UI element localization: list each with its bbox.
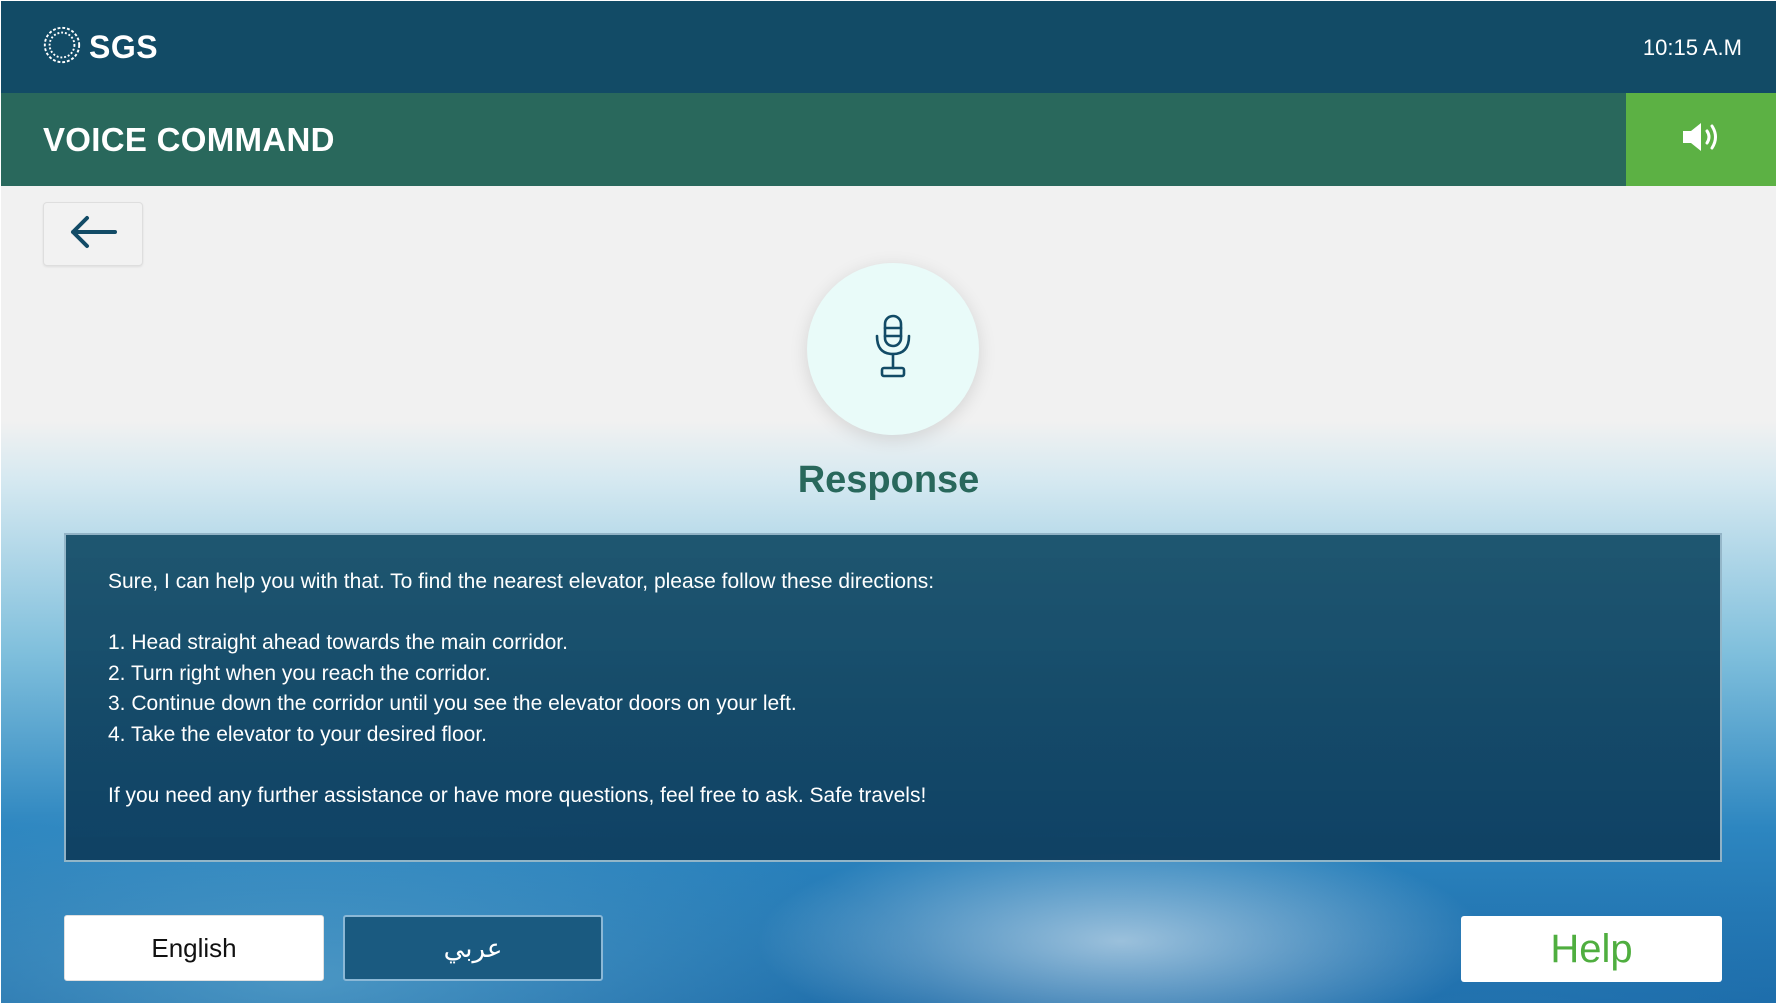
help-button[interactable]: Help <box>1461 916 1722 982</box>
microphone-button[interactable] <box>807 263 979 435</box>
clock: 10:15 A.M <box>1642 35 1742 60</box>
voice-command-screen: SGS 10:15 A.M VOICE COMMAND Response Sur… <box>1 1 1776 1003</box>
arrow-left-icon <box>67 215 119 254</box>
response-step: 1. Head straight ahead towards the main … <box>108 631 568 654</box>
speaker-volume-icon <box>1679 119 1723 160</box>
response-step: 2. Turn right when you reach the corrido… <box>108 661 491 685</box>
response-closing: If you need any further assistance or ha… <box>108 783 927 807</box>
arabic-language-button[interactable]: عربي <box>343 915 603 981</box>
top-bar: SGS 10:15 A.M <box>1 1 1776 93</box>
logo: SGS <box>41 25 158 69</box>
response-step: 3. Continue down the corridor until you … <box>108 692 797 715</box>
sgs-logo-icon <box>41 24 83 71</box>
response-panel: Sure, I can help you with that. To find … <box>64 533 1722 862</box>
page-title: VOICE COMMAND <box>43 121 335 158</box>
logo-text: SGS <box>89 28 159 65</box>
speaker-button[interactable] <box>1626 93 1776 186</box>
response-step: 4. Take the elevator to your desired flo… <box>108 722 488 746</box>
english-language-button[interactable]: English <box>64 915 324 981</box>
microphone-icon <box>867 312 919 387</box>
response-intro: Sure, I can help you with that. To find … <box>108 570 935 593</box>
title-bar: VOICE COMMAND <box>1 93 1776 186</box>
back-button[interactable] <box>43 202 143 266</box>
response-heading: Response <box>797 459 980 501</box>
